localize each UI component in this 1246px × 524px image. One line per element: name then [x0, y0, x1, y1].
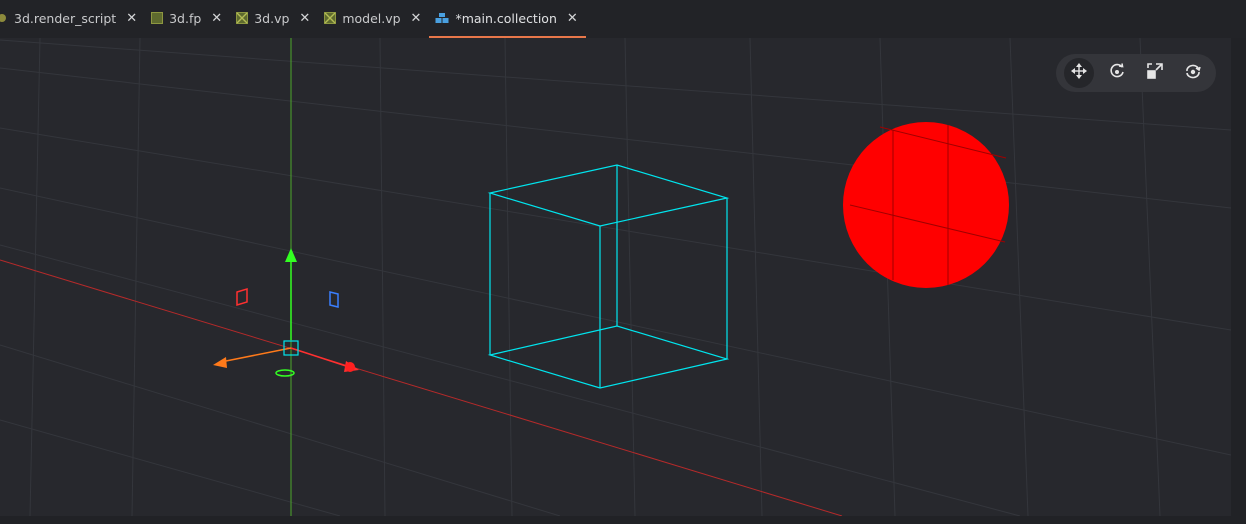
close-icon[interactable]: ✕ — [211, 12, 222, 25]
tab-label: model.vp — [342, 10, 401, 26]
vertex-program-icon — [324, 12, 337, 24]
tab-label: *main.collection — [455, 10, 557, 26]
scale-icon — [1146, 62, 1164, 84]
zy-plane-handle[interactable] — [329, 291, 339, 308]
move-gizmo[interactable] — [213, 248, 359, 377]
tab-main-collection[interactable]: *main.collection ✕ — [429, 0, 586, 38]
collection-icon — [435, 12, 449, 24]
close-icon[interactable]: ✕ — [299, 12, 310, 25]
ground-grid — [0, 38, 1231, 516]
tab-label: 3d.render_script — [14, 10, 117, 26]
tab-3d-vp[interactable]: 3d.vp ✕ — [230, 0, 318, 38]
camera-reset-icon — [1184, 62, 1202, 84]
red-sphere[interactable] — [843, 122, 1009, 288]
xy-plane-handle[interactable] — [236, 287, 248, 307]
close-icon[interactable]: ✕ — [567, 12, 578, 25]
move-icon — [1070, 62, 1088, 84]
z-arrow-handle[interactable] — [213, 357, 227, 368]
x-axis-line — [0, 259, 843, 516]
tab-render-script[interactable]: 3d.render_script ✕ — [0, 0, 145, 38]
transform-toolbar — [1056, 54, 1216, 92]
tab-3d-fp[interactable]: 3d.fp ✕ — [145, 0, 230, 38]
vertical-scrollbar[interactable] — [1231, 38, 1246, 524]
scene-viewport[interactable] — [0, 38, 1231, 516]
tab-label: 3d.fp — [169, 10, 202, 26]
scale-tool-button[interactable] — [1140, 58, 1170, 88]
editor-tab-bar: 3d.render_script ✕ 3d.fp ✕ 3d.vp ✕ model… — [0, 0, 1246, 38]
rotate-icon — [1108, 62, 1126, 84]
rotate-tool-button[interactable] — [1102, 58, 1132, 88]
move-tool-button[interactable] — [1064, 58, 1094, 88]
script-file-icon — [0, 12, 8, 24]
scene-canvas[interactable] — [0, 38, 1231, 516]
vertex-program-icon — [236, 12, 249, 24]
close-icon[interactable]: ✕ — [411, 12, 422, 25]
wireframe-cube[interactable] — [487, 164, 730, 389]
tab-label: 3d.vp — [254, 10, 290, 26]
tab-model-vp[interactable]: model.vp ✕ — [318, 0, 429, 38]
close-icon[interactable]: ✕ — [126, 12, 137, 25]
horizontal-scrollbar[interactable] — [0, 516, 1231, 524]
camera-reset-tool-button[interactable] — [1178, 58, 1208, 88]
fragment-program-icon — [151, 12, 164, 24]
